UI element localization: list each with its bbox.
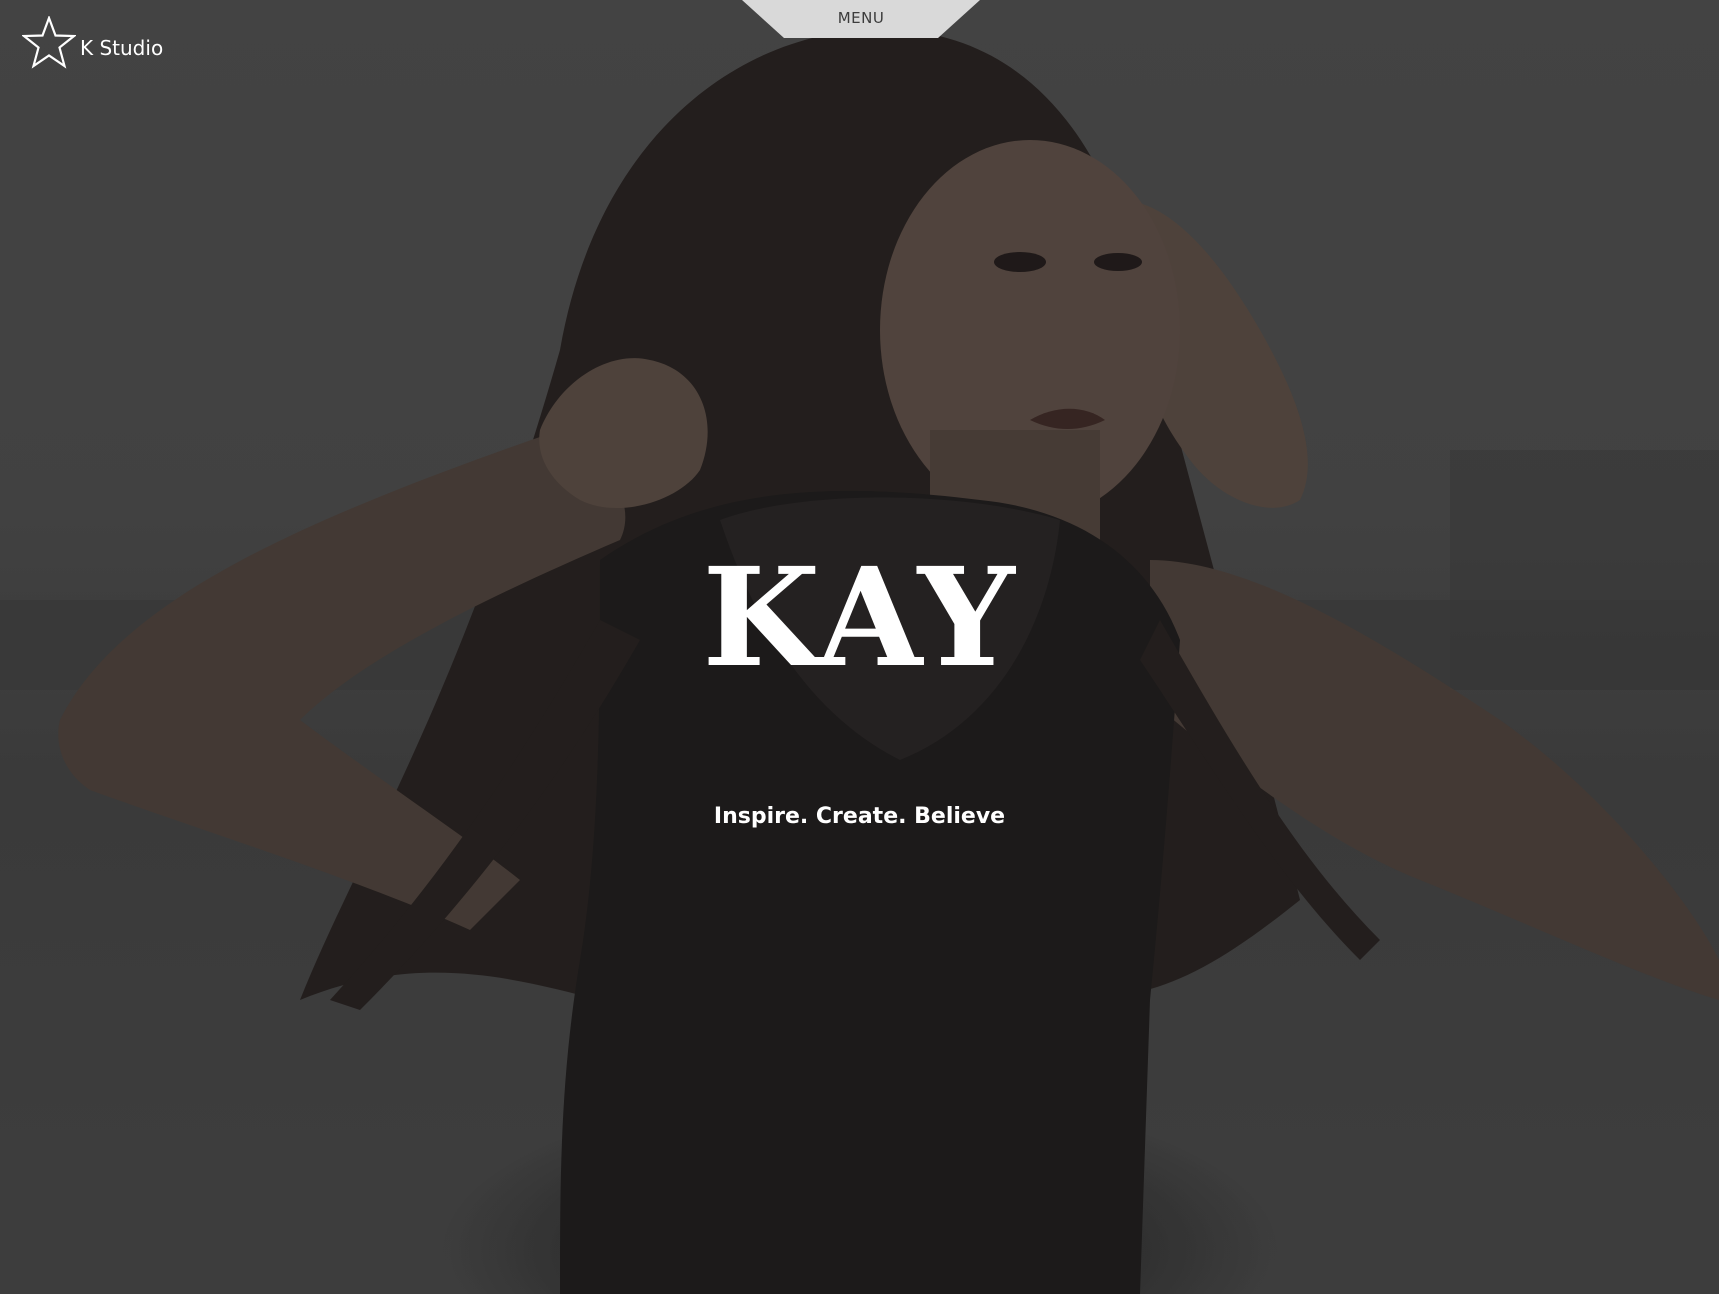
brand-logo[interactable]: K Studio — [22, 16, 163, 70]
hero-title: KAY — [702, 538, 1017, 698]
star-outline-icon — [22, 16, 76, 70]
brand-name: K Studio — [80, 36, 164, 60]
hero-tagline: Inspire. Create. Believe — [713, 804, 1006, 829]
menu-button[interactable]: MENU — [742, 0, 980, 38]
hero-section: K Studio MENU KAY Inspire. Create. Belie… — [0, 0, 1719, 1294]
menu-label: MENU — [837, 9, 885, 27]
